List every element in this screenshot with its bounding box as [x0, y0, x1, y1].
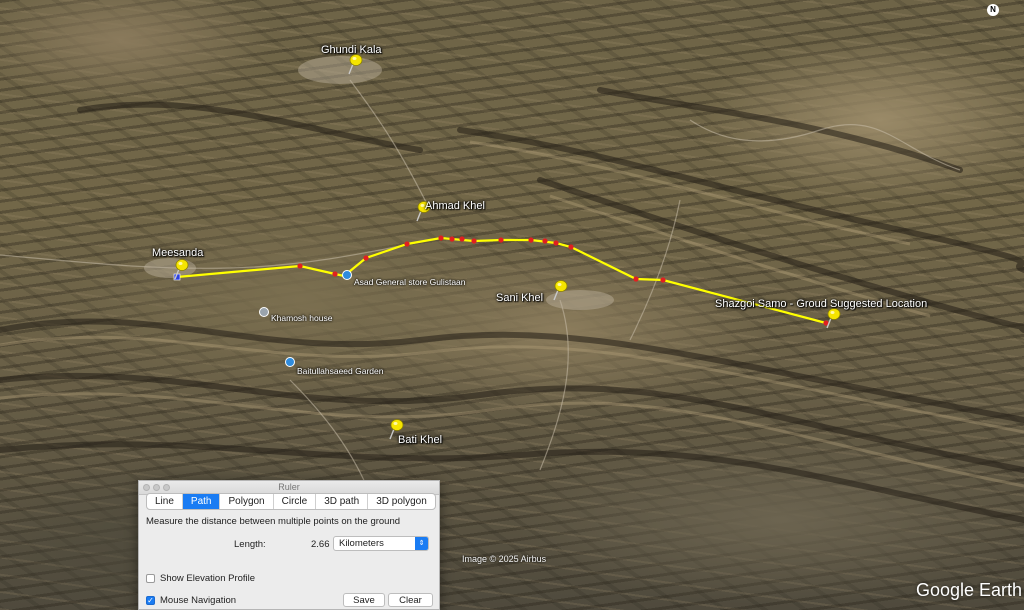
path-vertex[interactable] [471, 238, 477, 244]
placemark-label-meesanda[interactable]: Meesanda [152, 247, 203, 259]
tab-polygon[interactable]: Polygon [220, 494, 274, 509]
length-value: 2.66 [311, 539, 330, 550]
save-button[interactable]: Save [343, 593, 385, 607]
path-vertex[interactable] [498, 237, 504, 243]
pushpin-icon[interactable] [344, 53, 364, 75]
length-label: Length: [234, 539, 266, 550]
tab-3d-path[interactable]: 3D path [316, 494, 369, 509]
mouse-navigation-checkbox[interactable]: ✓ [146, 596, 155, 605]
path-vertex[interactable] [553, 240, 559, 246]
tab-line[interactable]: Line [147, 494, 183, 509]
path-vertex[interactable] [660, 277, 666, 283]
clear-button[interactable]: Clear [388, 593, 433, 607]
measure-mode-tabs: Line Path Polygon Circle 3D path 3D poly… [146, 493, 436, 510]
pushpin-icon[interactable] [822, 307, 842, 329]
show-elevation-label: Show Elevation Profile [160, 573, 256, 584]
pushpin-icon[interactable] [549, 279, 569, 301]
poi-label-khamosh-house[interactable]: Khamosh house [271, 313, 332, 323]
placemark-label-sani-khel[interactable]: Sani Khel [496, 292, 543, 304]
path-vertex[interactable] [438, 235, 444, 241]
imagery-attribution: Image © 2025 Airbus [462, 554, 547, 564]
house-poi-icon[interactable] [259, 307, 269, 317]
show-elevation-checkbox[interactable] [146, 574, 155, 583]
unit-select-value: Kilometers [339, 538, 384, 549]
placemark-label-shazgoi-samo[interactable]: Shazgoi Samo - Groud Suggested Location [715, 298, 927, 310]
tab-3d-polygon[interactable]: 3D polygon [368, 494, 435, 509]
compass-icon[interactable]: N [987, 4, 999, 16]
measured-path-line [176, 236, 827, 325]
path-vertex[interactable] [332, 271, 338, 277]
mouse-navigation-row[interactable]: ✓ Mouse Navigation [146, 595, 236, 606]
poi-label-baitullahsaeed-garden[interactable]: Baitullahsaeed Garden [297, 366, 383, 376]
path-vertex[interactable] [568, 244, 574, 250]
path-vertex[interactable] [404, 241, 410, 247]
path-vertex[interactable] [633, 276, 639, 282]
mouse-navigation-label: Mouse Navigation [160, 595, 237, 606]
path-vertex[interactable] [528, 237, 534, 243]
google-earth-logo: Google Earth [916, 580, 1023, 600]
tab-circle[interactable]: Circle [274, 494, 317, 509]
path-vertex[interactable] [363, 255, 369, 261]
chevron-updown-icon: ⇕ [415, 537, 428, 550]
path-vertex[interactable] [297, 263, 303, 269]
placemark-label-ahmad-khel[interactable]: Ahmad Khel [425, 200, 485, 212]
ruler-title: Ruler [278, 482, 300, 492]
store-poi-icon[interactable] [342, 270, 352, 280]
measure-description: Measure the distance between multiple po… [146, 516, 401, 527]
placemark-label-bati-khel[interactable]: Bati Khel [398, 434, 442, 446]
unit-select[interactable]: Kilometers ⇕ [333, 536, 429, 551]
path-vertex[interactable] [542, 238, 548, 244]
ruler-dialog: Ruler Line Path Polygon Circle 3D path 3… [138, 480, 440, 610]
pushpin-icon[interactable] [170, 258, 190, 280]
placemark-label-ghundi-kala[interactable]: Ghundi Kala [321, 44, 382, 56]
path-vertex[interactable] [459, 236, 465, 242]
garden-poi-icon[interactable] [285, 357, 295, 367]
poi-label-asad-general-store[interactable]: Asad General store Gulistaan [354, 277, 466, 287]
tab-path[interactable]: Path [182, 494, 221, 509]
show-elevation-row[interactable]: Show Elevation Profile [146, 573, 255, 584]
path-vertex[interactable] [449, 236, 455, 242]
